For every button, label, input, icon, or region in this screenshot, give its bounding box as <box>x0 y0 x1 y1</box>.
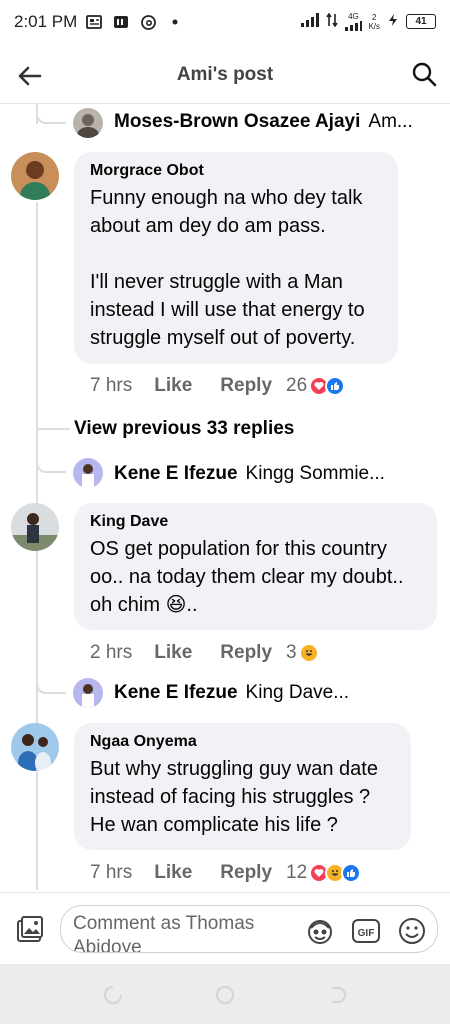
reply-snippet: Kingg Sommie... <box>245 463 385 484</box>
comment-actions: 7 hrs Like Reply 12 <box>90 862 362 884</box>
reply-button[interactable]: Reply <box>220 642 272 664</box>
comment-actions: 7 hrs Like Reply 26 <box>90 375 346 397</box>
reply-author[interactable]: Kene E Ifezue <box>114 682 238 704</box>
thread-connector-h <box>52 122 66 124</box>
avatar[interactable] <box>11 723 59 771</box>
dot-icon <box>166 13 184 31</box>
comment-author[interactable]: Morgrace Obot <box>90 162 382 180</box>
status-bar: 2:01 PM 4G 2 K/s 41 <box>0 0 450 44</box>
like-reaction-icon <box>325 376 346 396</box>
haha-reaction-icon <box>298 643 319 663</box>
thread-connector-h <box>52 692 66 694</box>
thread-connector-h <box>36 428 70 430</box>
comment-time[interactable]: 2 hrs <box>90 642 132 664</box>
reply-snippet: Am... <box>368 111 413 132</box>
recent-apps-icon[interactable] <box>102 984 124 1006</box>
reply-snippet: King Dave... <box>245 682 350 703</box>
reply-author[interactable]: Kene E Ifezue <box>114 463 238 485</box>
news-icon <box>85 13 103 31</box>
reaction-count[interactable]: 3 <box>286 642 297 664</box>
reaction-count[interactable]: 12 <box>286 862 307 884</box>
status-time: 2:01 PM <box>14 12 78 31</box>
reply-button[interactable]: Reply <box>220 862 272 884</box>
home-icon[interactable] <box>214 984 236 1006</box>
reader-app-icon <box>112 13 130 31</box>
comment-time[interactable]: 7 hrs <box>90 862 132 884</box>
like-reaction-icon <box>341 863 362 883</box>
page-title: Ami's post <box>176 64 274 85</box>
view-previous-replies[interactable]: View previous 33 replies <box>74 418 294 440</box>
comment-composer: Comment as Thomas Abidoye GIF <box>0 892 450 964</box>
avatar-sticker-icon[interactable] <box>305 916 335 946</box>
reply-preview[interactable]: Kene E Ifezue Kingg Sommie... <box>104 463 385 485</box>
speed-value: 2 <box>371 12 377 22</box>
comment-text: Funny enough na who dey talk about am de… <box>90 187 365 349</box>
threads-icon <box>139 13 157 31</box>
status-right: 4G 2 K/s 41 <box>300 12 436 31</box>
comment-bubble[interactable]: Morgrace Obot Funny enough na who dey ta… <box>74 152 398 364</box>
signal-icon <box>300 13 320 30</box>
signal-icon-2 <box>345 21 363 31</box>
comment-placeholder: Comment as Thomas Abidoye <box>73 913 255 953</box>
avatar[interactable] <box>73 108 103 138</box>
gif-label: GIF <box>358 928 375 939</box>
comment-bubble[interactable]: King Dave OS get population for this cou… <box>74 503 437 630</box>
photo-icon[interactable] <box>14 915 46 947</box>
reaction-count[interactable]: 26 <box>286 375 307 397</box>
like-button[interactable]: Like <box>154 642 192 664</box>
like-button[interactable]: Like <box>154 375 192 397</box>
search-icon[interactable] <box>410 60 438 88</box>
reply-button[interactable]: Reply <box>220 375 272 397</box>
emoji-icon[interactable] <box>397 916 427 946</box>
comment-author[interactable]: Ngaa Onyema <box>90 733 395 751</box>
avatar[interactable] <box>73 678 103 708</box>
comment-bubble[interactable]: Ngaa Onyema But why struggling guy wan d… <box>74 723 411 850</box>
back-nav-icon[interactable] <box>326 984 348 1006</box>
reply-author[interactable]: Moses-Brown Osazee Ajayi <box>114 111 360 133</box>
comment-time[interactable]: 7 hrs <box>90 375 132 397</box>
charging-icon <box>386 13 400 30</box>
comment-author[interactable]: King Dave <box>90 513 421 531</box>
data-arrows-icon <box>326 12 339 30</box>
thread-connector-h <box>52 471 66 473</box>
like-button[interactable]: Like <box>154 862 192 884</box>
speed-unit: K/s <box>368 21 380 31</box>
network-label: 4G <box>348 12 359 21</box>
avatar[interactable] <box>11 503 59 551</box>
comment-text: OS get population for this country oo.. … <box>90 538 404 616</box>
battery-indicator: 41 <box>406 14 436 29</box>
reply-preview[interactable]: Moses-Brown Osazee Ajayi Am... <box>104 111 413 133</box>
comment-text: But why struggling guy wan date instead … <box>90 758 378 836</box>
gif-icon[interactable]: GIF <box>351 916 381 946</box>
reply-preview[interactable]: Kene E Ifezue King Dave... <box>104 682 349 704</box>
comment-input[interactable]: Comment as Thomas Abidoye GIF <box>60 905 438 953</box>
system-nav-bar <box>0 964 450 1024</box>
comment-actions: 2 hrs Like Reply 3 <box>90 642 319 664</box>
post-header: Ami's post <box>0 48 450 104</box>
avatar[interactable] <box>11 152 59 200</box>
avatar[interactable] <box>73 458 103 488</box>
